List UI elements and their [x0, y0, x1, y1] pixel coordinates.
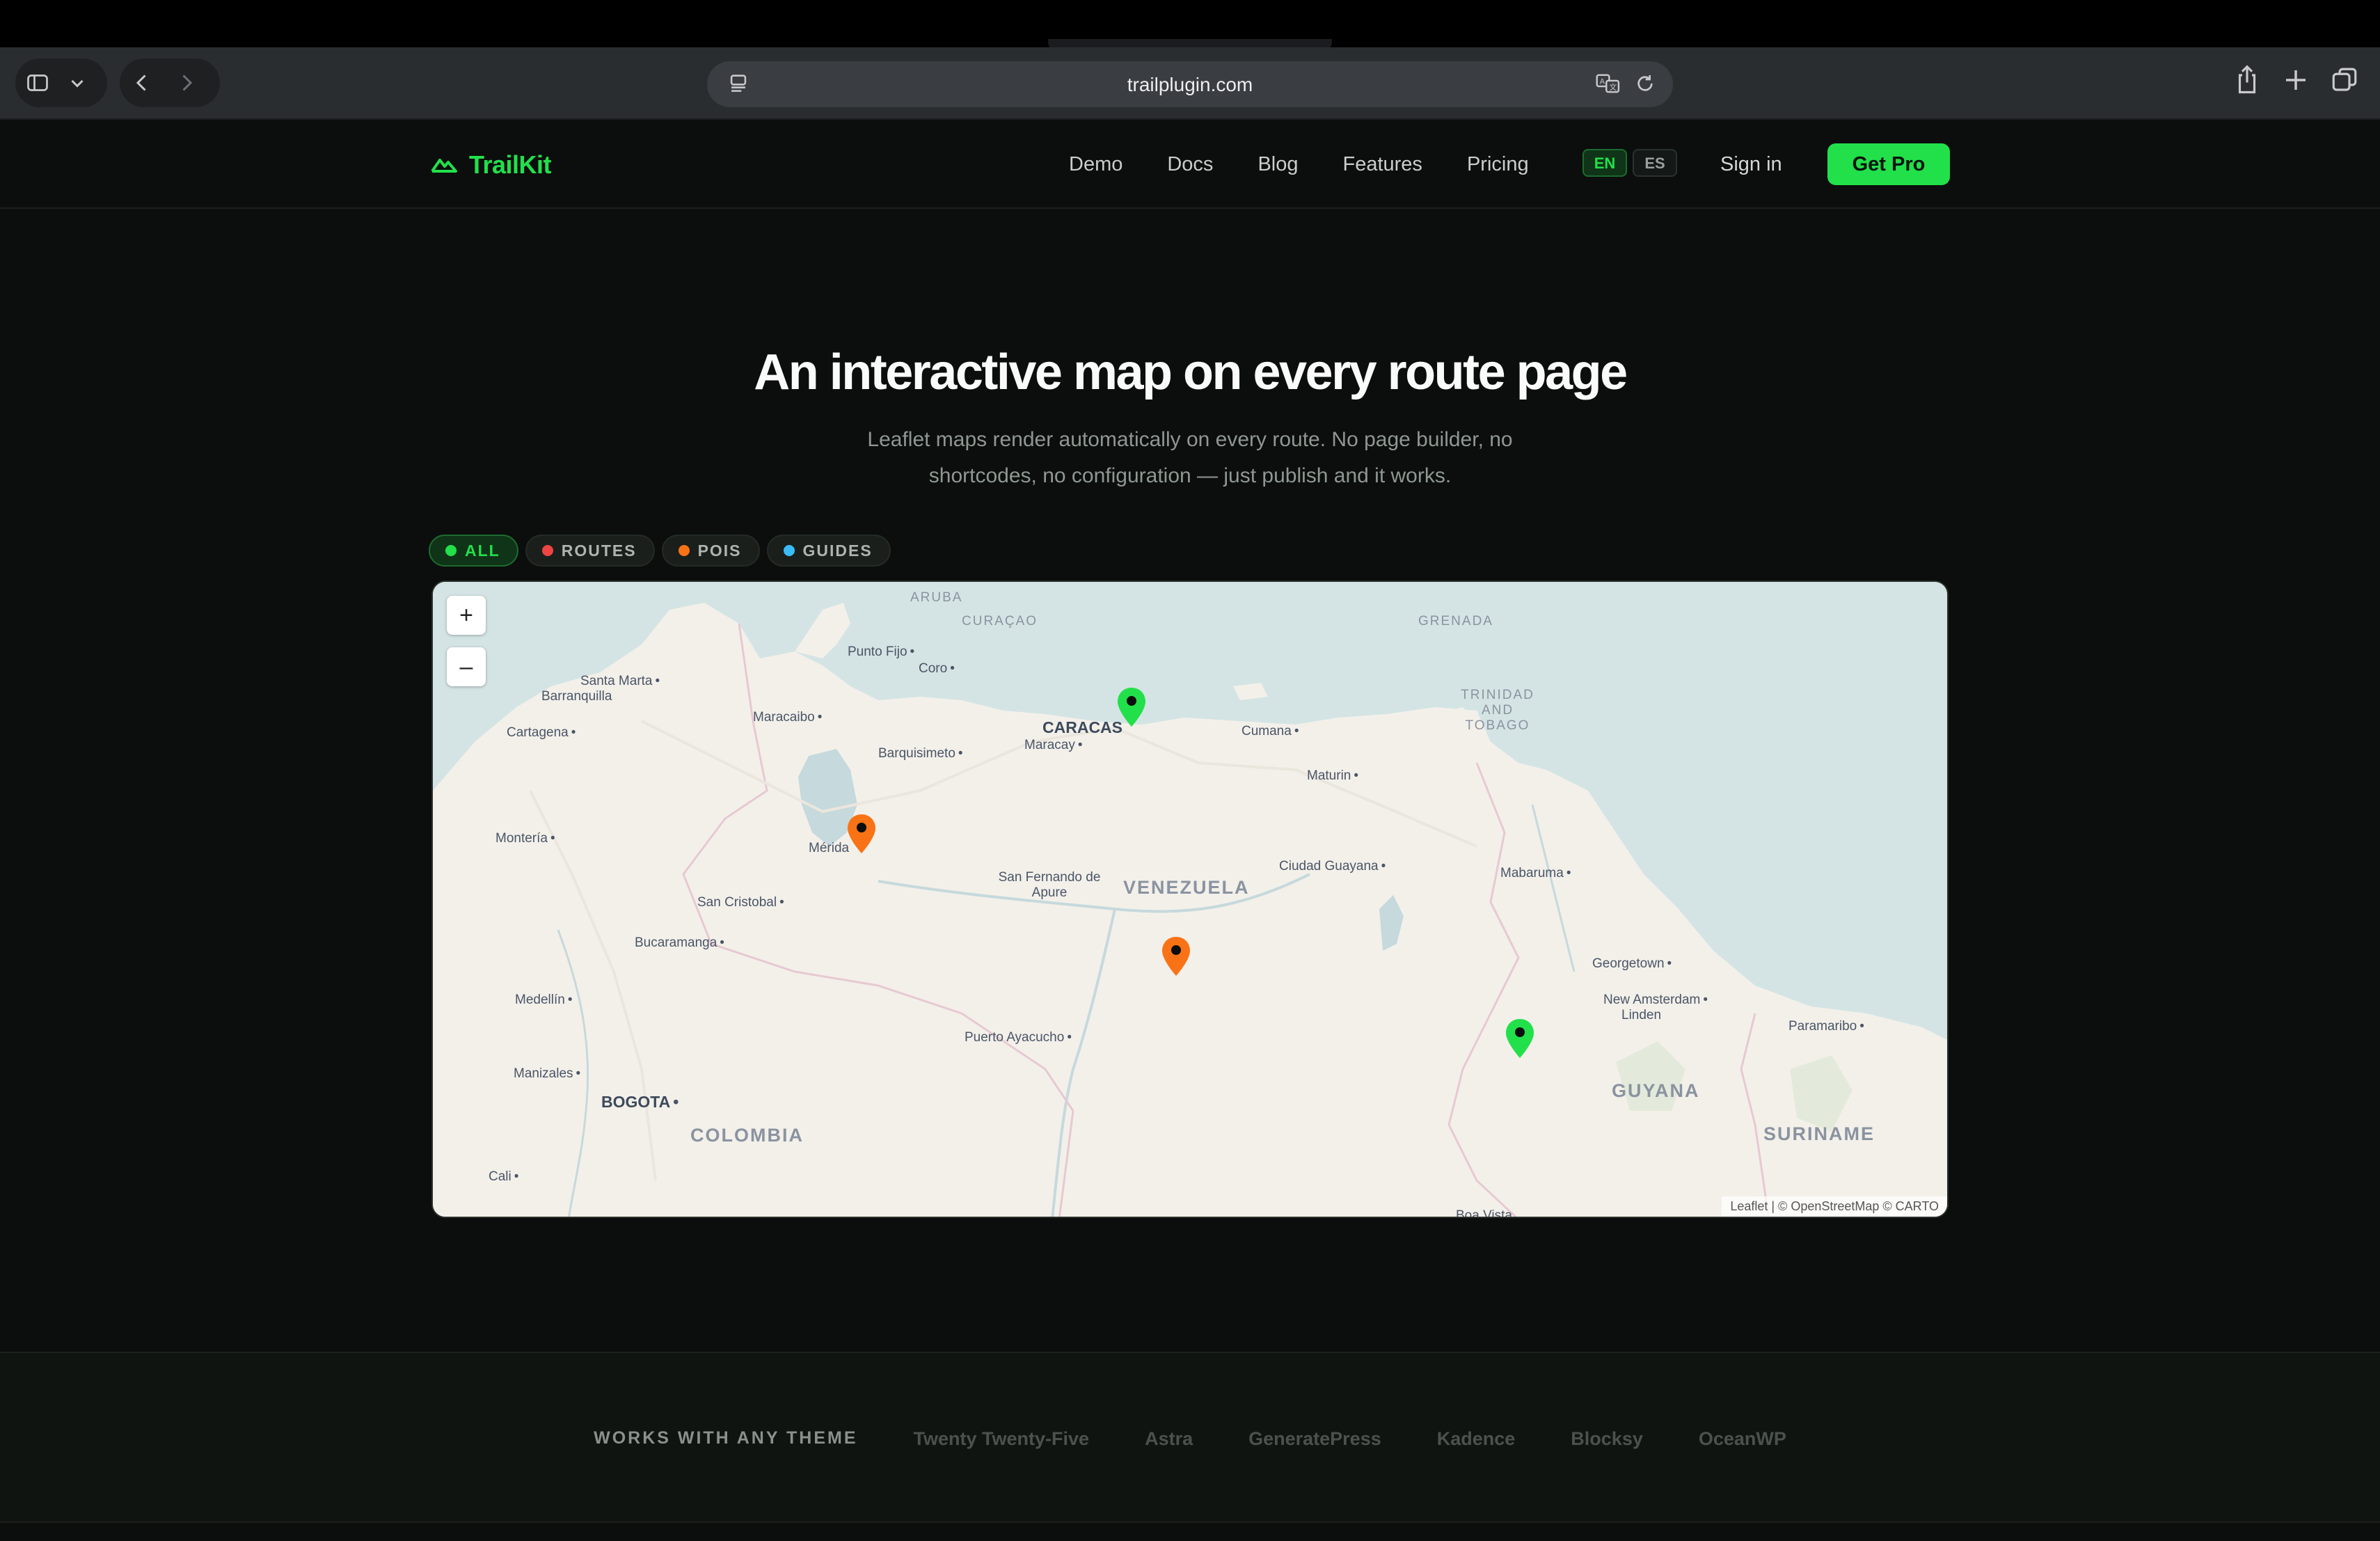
language-switcher: EN ES	[1582, 149, 1677, 177]
map-label: Barranquilla	[541, 689, 612, 704]
route-marker-icon[interactable]	[1505, 1018, 1535, 1059]
map-label: BOGOTA	[601, 1093, 679, 1112]
map-attribution[interactable]: Leaflet | © OpenStreetMap © CARTO	[1722, 1196, 1947, 1217]
map-label: Cumana	[1241, 724, 1299, 739]
map-label: Paramaribo	[1788, 1019, 1864, 1034]
filter-routes[interactable]: ROUTES	[525, 535, 655, 567]
filter-label: POIS	[697, 541, 742, 560]
map-label: Barquisimeto	[878, 746, 963, 761]
map-basemap	[433, 582, 1947, 1217]
map-label: New Amsterdam	[1603, 993, 1708, 1008]
filter-label: GUIDES	[802, 541, 873, 560]
map-label: Mérida	[809, 841, 850, 855]
map-label: San Fernando de Apure	[998, 870, 1101, 900]
map-label: CURAÇAO	[962, 614, 1038, 629]
map-label: VENEZUELA	[1123, 877, 1250, 898]
filter-label: ROUTES	[561, 541, 637, 560]
map-label: TRINIDAD AND TOBAGO	[1461, 688, 1534, 733]
theme-blocksy: Blocksy	[1571, 1428, 1643, 1449]
map-label: Boa Vista	[1456, 1208, 1512, 1218]
svg-text:A: A	[1600, 78, 1605, 86]
history-nav-group	[120, 58, 220, 107]
filter-guides[interactable]: GUIDES	[766, 535, 891, 567]
theme-twenty-twenty-five: Twenty Twenty-Five	[913, 1428, 1090, 1449]
map-label: Linden	[1621, 1008, 1662, 1022]
lang-es[interactable]: ES	[1633, 149, 1677, 177]
leaflet-map[interactable]: + – ARUBA CURAÇAO GRENADA TRINIDAD AND T…	[431, 580, 1949, 1218]
themes-band: WORKS WITH ANY THEME Twenty Twenty-Five …	[0, 1352, 2380, 1523]
nav-blog[interactable]: Blog	[1258, 153, 1298, 176]
map-label: Bucaramanga	[635, 935, 724, 951]
theme-astra: Astra	[1145, 1428, 1193, 1449]
svg-text:文: 文	[1609, 82, 1617, 92]
map-label: COLOMBIA	[690, 1125, 804, 1146]
sidebar-icon[interactable]	[15, 61, 60, 105]
map-label: Georgetown	[1592, 956, 1672, 972]
forward-arrow-icon[interactable]	[164, 61, 209, 105]
translate-icon[interactable]: A文	[1595, 72, 1621, 99]
map-label: Maturin	[1307, 768, 1358, 784]
nav-features[interactable]: Features	[1342, 153, 1422, 176]
logo-text: TrailKit	[469, 150, 552, 179]
sidebar-toggle-group	[15, 58, 107, 107]
new-tab-icon[interactable]	[2281, 64, 2310, 100]
main-nav: Demo Docs Blog Features Pricing	[1069, 153, 1529, 176]
share-icon[interactable]	[2232, 64, 2262, 100]
map-label: Ciudad Guayana	[1279, 859, 1386, 874]
hero-title: An interactive map on every route page	[754, 345, 1628, 400]
filter-label: ALL	[465, 541, 500, 560]
map-label: Coro	[919, 661, 955, 677]
map-label: Manizales	[514, 1066, 580, 1082]
map-label: Cartagena	[507, 725, 576, 741]
map-label: Cali	[489, 1169, 518, 1185]
map-label: ARUBA	[910, 590, 963, 605]
hero-subtitle: Leaflet maps render automatically on eve…	[867, 428, 1513, 487]
route-marker-icon[interactable]	[1116, 686, 1147, 728]
nav-pricing[interactable]: Pricing	[1467, 153, 1529, 176]
map-label: Maracay	[1024, 738, 1083, 753]
sign-in-link[interactable]: Sign in	[1720, 153, 1782, 176]
get-pro-button[interactable]: Get Pro	[1827, 143, 1950, 185]
themes-label: WORKS WITH ANY THEME	[594, 1428, 858, 1448]
zoom-out-button[interactable]: –	[447, 647, 486, 686]
theme-generatepress: GeneratePress	[1248, 1428, 1381, 1449]
map-label: San Cristobal	[697, 895, 784, 910]
reload-icon[interactable]	[1634, 72, 1656, 99]
address-bar[interactable]: trailplugin.com A文	[707, 61, 1673, 107]
filter-dot-icon	[678, 545, 690, 556]
map-filters: ALL ROUTES POIS GUIDES	[429, 535, 891, 567]
filter-dot-icon	[445, 545, 457, 556]
logo[interactable]: TrailKit	[430, 150, 552, 180]
tab-overview-icon[interactable]	[2330, 64, 2359, 100]
map-label: Puerto Ayacucho	[965, 1030, 1072, 1045]
map-label: GRENADA	[1418, 614, 1493, 629]
zoom-in-button[interactable]: +	[447, 596, 486, 635]
map-label: Santa Marta	[580, 674, 660, 689]
map-label: Medellín	[515, 993, 572, 1008]
map-label: Mabaruma	[1500, 866, 1571, 881]
theme-oceanwp: OceanWP	[1698, 1428, 1786, 1449]
map-label: Montería	[495, 831, 555, 846]
lang-en[interactable]: EN	[1582, 149, 1627, 177]
theme-kadence: Kadence	[1436, 1428, 1516, 1449]
poi-marker-icon[interactable]	[846, 813, 877, 855]
nav-demo[interactable]: Demo	[1069, 153, 1122, 176]
filter-dot-icon	[541, 545, 553, 556]
map-label: CARACAS	[1042, 718, 1122, 736]
back-arrow-icon[interactable]	[120, 61, 164, 105]
map-label: GUYANA	[1612, 1080, 1700, 1101]
poi-marker-icon[interactable]	[1161, 935, 1191, 977]
map-label: SURINAME	[1763, 1123, 1875, 1144]
filter-all[interactable]: ALL	[429, 535, 518, 567]
nav-docs[interactable]: Docs	[1167, 153, 1213, 176]
mountain-icon	[430, 153, 458, 177]
url-text: trailplugin.com	[1127, 74, 1253, 95]
site-header: TrailKit Demo Docs Blog Features Pricing…	[0, 120, 2380, 209]
chevron-down-icon[interactable]	[60, 61, 95, 105]
map-label: Maracaibo	[753, 710, 822, 725]
filter-dot-icon	[783, 545, 795, 556]
filter-pois[interactable]: POIS	[661, 535, 760, 567]
map-label: Punto Fijo	[848, 645, 914, 660]
